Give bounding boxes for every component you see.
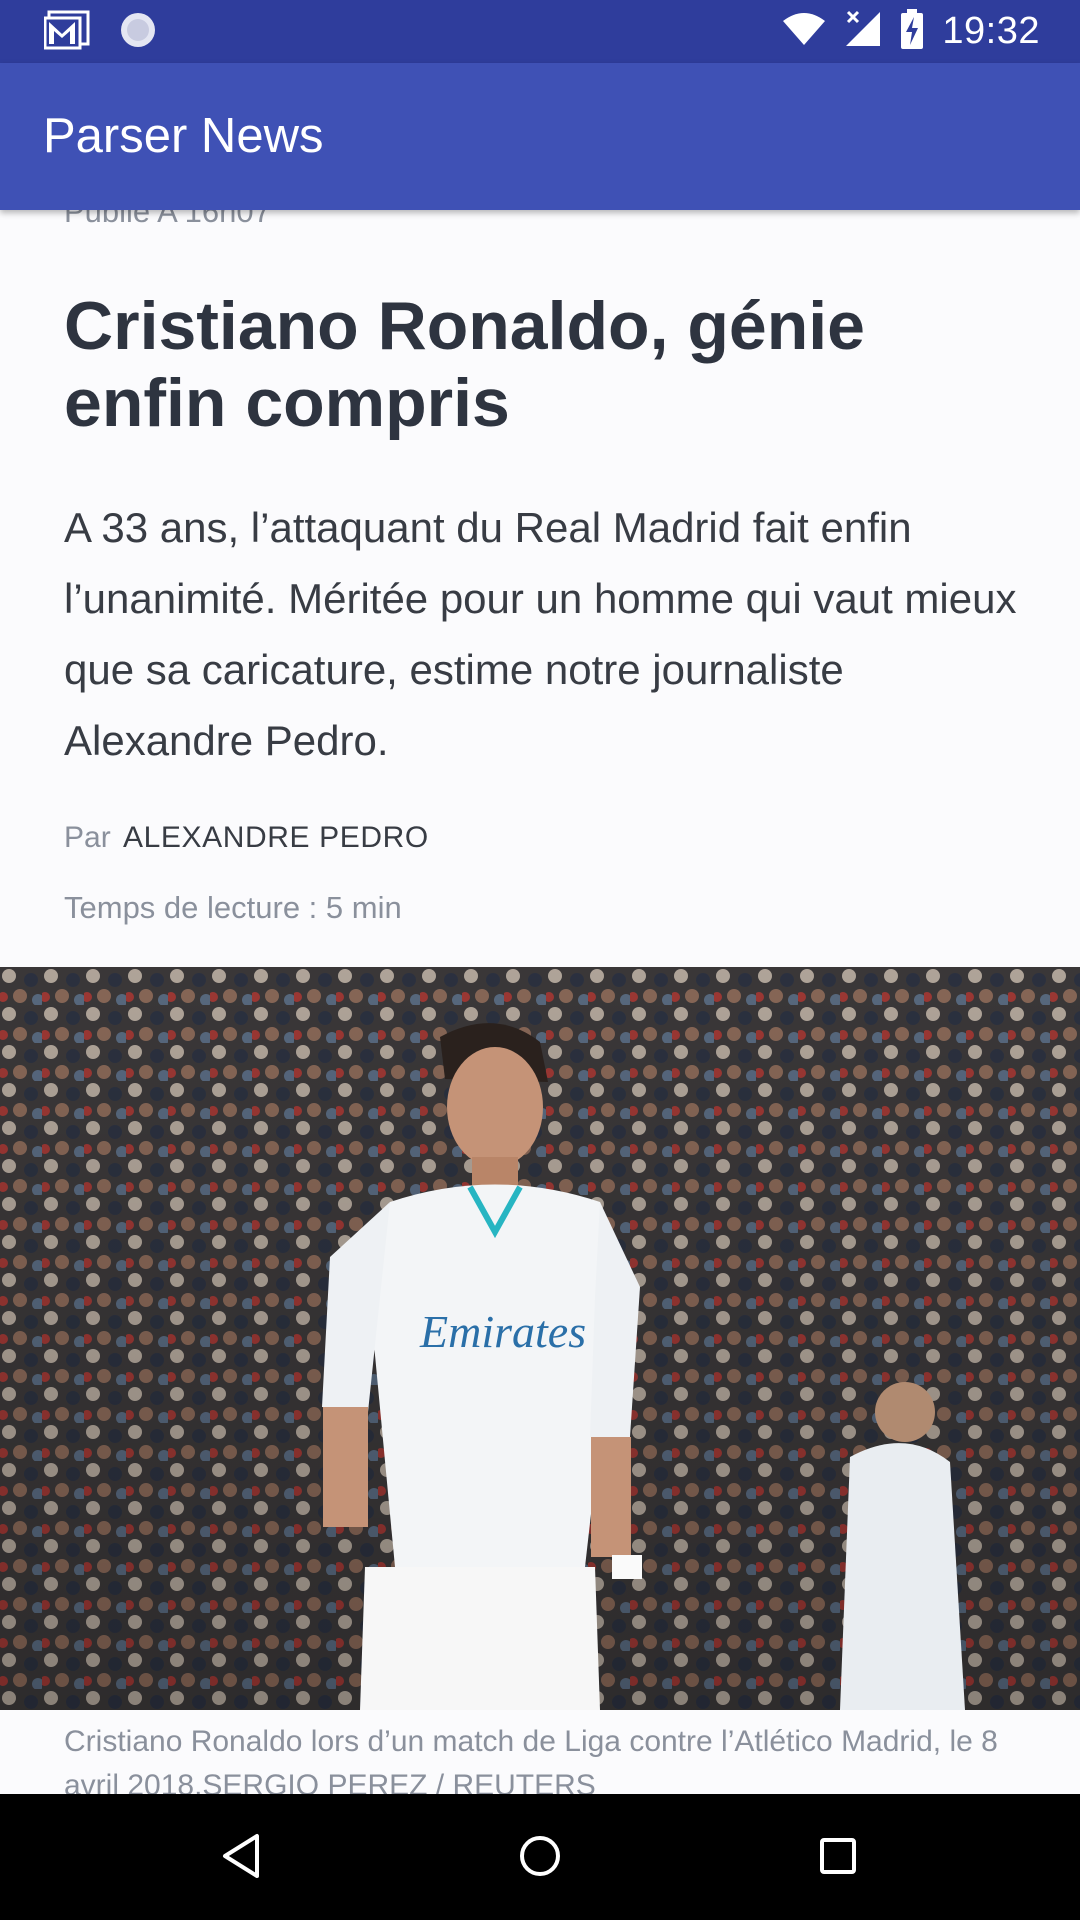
status-bar: 19:32 <box>0 0 1080 63</box>
app-title: Parser News <box>43 109 324 163</box>
status-system: 19:32 <box>782 0 1040 63</box>
recents-icon <box>816 1834 860 1883</box>
status-time: 19:32 <box>942 10 1040 52</box>
signal-icon <box>844 10 882 53</box>
recents-button[interactable] <box>798 1818 878 1898</box>
photo-illustration: Emirates <box>0 967 1080 1710</box>
photo-caption: Cristiano Ronaldo lors d’un match de Lig… <box>64 1725 998 1794</box>
article-photo[interactable]: Emirates <box>0 967 1080 1710</box>
wifi-icon <box>782 11 826 52</box>
sync-icon <box>118 10 158 55</box>
battery-charging-icon <box>900 9 924 54</box>
article-lede: A 33 ans, l’attaquant du Real Madrid fai… <box>64 504 1017 764</box>
article-headline: Cristiano Ronaldo, génie enfin compris <box>64 288 865 441</box>
article-content[interactable]: Publié A 16h07 Cristiano Ronaldo, génie … <box>0 210 1080 1794</box>
status-notifications <box>43 10 158 55</box>
app-bar: Parser News <box>0 63 1080 210</box>
author-name[interactable]: ALEXANDRE PEDRO <box>123 821 429 854</box>
byline-prefix: Par <box>64 821 111 854</box>
home-icon <box>516 1832 564 1885</box>
byline: Par ALEXANDRE PEDRO <box>64 818 429 858</box>
navigation-bar <box>0 1794 1080 1920</box>
gmail-icon <box>43 10 90 55</box>
shirt-sponsor-text: Emirates <box>419 1306 586 1357</box>
published-time: Publié A 16h07 <box>64 210 271 229</box>
screen: 19:32 Parser News Publié A 16h07 Cristia… <box>0 0 1080 1920</box>
home-button[interactable] <box>500 1818 580 1898</box>
reading-time: Temps de lecture : 5 min <box>64 890 402 925</box>
back-icon <box>219 1832 263 1885</box>
back-button[interactable] <box>201 1818 281 1898</box>
